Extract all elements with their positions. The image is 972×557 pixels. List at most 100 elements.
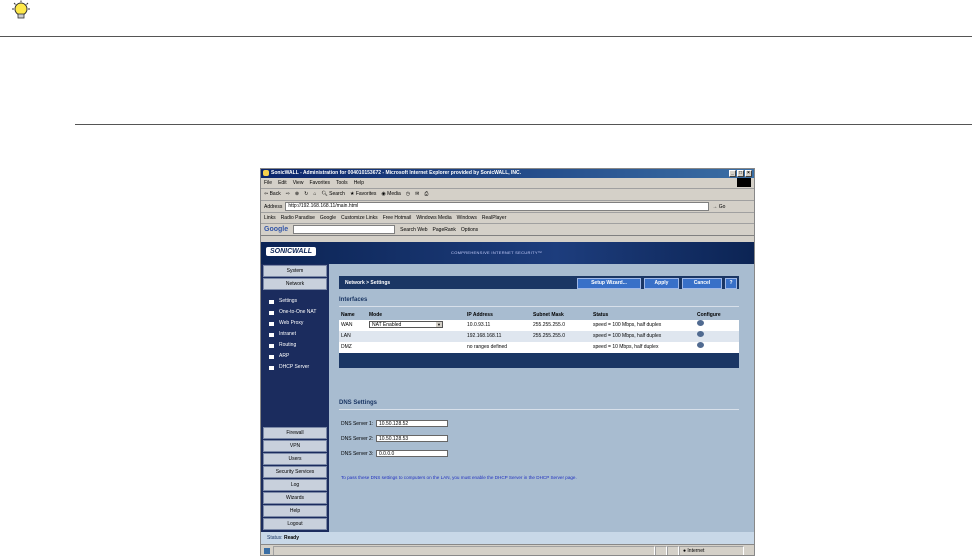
nav-logout[interactable]: Logout <box>263 518 327 530</box>
table-footer <box>339 353 739 368</box>
minimize-button[interactable]: _ <box>729 170 736 177</box>
links-label: Links <box>264 215 276 221</box>
cancel-button[interactable]: Cancel <box>682 278 722 289</box>
cell-configure <box>697 331 737 342</box>
windows-logo-icon <box>737 178 751 187</box>
back-button[interactable]: ⇦ Back <box>264 189 281 200</box>
link-free-hotmail[interactable]: Free Hotmail <box>383 213 412 223</box>
configure-icon[interactable] <box>697 342 704 348</box>
status-label: Status: <box>267 535 283 541</box>
main-panel: Network > Settings Setup Wizard... Apply… <box>329 264 754 532</box>
dns-server-2-label: DNS Server 2: <box>341 435 374 442</box>
table-row: WAN NAT Enabled ▼ 10.0.93.11 255.255.255.… <box>339 320 739 331</box>
table-header: Name Mode IP Address Subnet Mask Status … <box>339 311 739 320</box>
nav-firewall[interactable]: Firewall <box>263 427 327 439</box>
status-segment <box>273 545 655 555</box>
nav-vpn[interactable]: VPN <box>263 440 327 452</box>
nav-security-services[interactable]: Security Services <box>263 466 327 478</box>
menu-bar: File Edit View Favorites Tools Help <box>261 178 754 189</box>
link-windows-media[interactable]: Windows Media <box>416 213 451 223</box>
chevron-down-icon: ▼ <box>436 322 442 327</box>
folder-icon <box>269 343 274 348</box>
subnav-settings[interactable]: Settings <box>261 296 329 307</box>
zone-indicator: ● Internet <box>679 545 744 555</box>
print-icon[interactable]: ⎙ <box>424 189 428 200</box>
google-options[interactable]: Options <box>461 227 478 233</box>
menu-help[interactable]: Help <box>354 178 364 188</box>
subnav-web-proxy[interactable]: Web Proxy <box>261 318 329 329</box>
page-icon <box>264 547 270 554</box>
google-search-web[interactable]: Search Web <box>400 227 427 233</box>
dns-server-1-input[interactable]: 10.50.128.52 <box>376 420 448 427</box>
menu-edit[interactable]: Edit <box>278 178 287 188</box>
nav-system[interactable]: System <box>263 265 327 277</box>
link-radio-paradise[interactable]: Radio Paradise <box>281 213 315 223</box>
menu-view[interactable]: View <box>293 178 304 188</box>
status-segment <box>655 545 667 555</box>
maximize-button[interactable]: □ <box>737 170 744 177</box>
sonicwall-banner: SONICWALL COMPREHENSIVE INTERNET SECURIT… <box>261 242 754 264</box>
go-button[interactable]: → Go <box>712 204 725 210</box>
dns-server-2-input[interactable]: 10.50.128.53 <box>376 435 448 442</box>
subnav-arp[interactable]: ARP <box>261 351 329 362</box>
table-row: DMZ no ranges defined speed = 10 Mbps, h… <box>339 342 739 353</box>
address-input[interactable]: http://192.168.168.11/main.html <box>285 202 710 211</box>
nav-log[interactable]: Log <box>263 479 327 491</box>
interfaces-title: Interfaces <box>339 297 368 303</box>
setup-wizard-button[interactable]: Setup Wizard... <box>577 278 641 289</box>
cell-configure <box>697 342 737 353</box>
nav-help[interactable]: Help <box>263 505 327 517</box>
sidebar: System Network Settings One-to-One NAT W… <box>261 264 329 532</box>
dns-server-1-row: DNS Server 1: 10.50.128.52 <box>341 420 448 427</box>
link-realplayer[interactable]: RealPlayer <box>482 213 506 223</box>
history-icon[interactable]: ◷ <box>406 189 410 200</box>
forward-button[interactable]: ⇨ <box>286 189 290 200</box>
link-windows[interactable]: Windows <box>457 213 477 223</box>
configure-icon[interactable] <box>697 320 704 326</box>
cell-mask: 255.255.255.0 <box>533 322 565 328</box>
help-button[interactable]: ? <box>725 278 737 289</box>
subnav-routing[interactable]: Routing <box>261 340 329 351</box>
media-button[interactable]: ◉ Media <box>381 189 400 200</box>
folder-icon <box>269 321 274 326</box>
menu-file[interactable]: File <box>264 178 272 188</box>
window-titlebar: SonicWALL - Administration for 004010153… <box>261 169 754 178</box>
link-customize-links[interactable]: Customize Links <box>341 213 378 223</box>
link-google[interactable]: Google <box>320 213 336 223</box>
home-icon[interactable]: ⌂ <box>313 189 316 200</box>
google-search-input[interactable] <box>293 225 396 234</box>
page-content: SONICWALL COMPREHENSIVE INTERNET SECURIT… <box>261 242 754 532</box>
dns-divider <box>339 409 739 410</box>
cell-name: DMZ <box>341 344 352 350</box>
menu-favorites[interactable]: Favorites <box>309 178 330 188</box>
google-logo[interactable]: Google <box>264 226 288 233</box>
nav-wizards[interactable]: Wizards <box>263 492 327 504</box>
mail-icon[interactable]: ✉ <box>415 189 419 200</box>
header-ip: IP Address <box>467 312 493 318</box>
cell-configure <box>697 320 737 331</box>
subnav-one-to-one-nat[interactable]: One-to-One NAT <box>261 307 329 318</box>
folder-icon <box>269 354 274 359</box>
configure-icon[interactable] <box>697 331 704 337</box>
header-status: Status <box>593 312 609 318</box>
stop-icon[interactable]: ⊗ <box>295 189 299 200</box>
browser-window: SonicWALL - Administration for 004010153… <box>260 168 755 556</box>
refresh-icon[interactable]: ↻ <box>304 189 308 200</box>
menu-tools[interactable]: Tools <box>336 178 348 188</box>
search-button[interactable]: 🔍︎ Search <box>321 189 345 200</box>
mode-select[interactable]: NAT Enabled ▼ <box>369 321 443 328</box>
interfaces-table: Name Mode IP Address Subnet Mask Status … <box>339 311 739 368</box>
subnav-dhcp-server[interactable]: DHCP Server <box>261 362 329 373</box>
page-title: Network > Settings <box>345 280 391 286</box>
dns-server-3-row: DNS Server 3: 0.0.0.0 <box>341 450 448 457</box>
subnav-intranet[interactable]: Intranet <box>261 329 329 340</box>
favorites-button[interactable]: ★ Favorites <box>350 189 376 200</box>
divider-bottom <box>75 124 972 125</box>
apply-button[interactable]: Apply <box>644 278 679 289</box>
nav-network[interactable]: Network <box>263 278 327 290</box>
google-pagerank[interactable]: PageRank <box>433 227 456 233</box>
nav-users[interactable]: Users <box>263 453 327 465</box>
close-button[interactable]: × <box>745 170 752 177</box>
dns-server-3-input[interactable]: 0.0.0.0 <box>376 450 448 457</box>
folder-icon <box>269 299 274 304</box>
